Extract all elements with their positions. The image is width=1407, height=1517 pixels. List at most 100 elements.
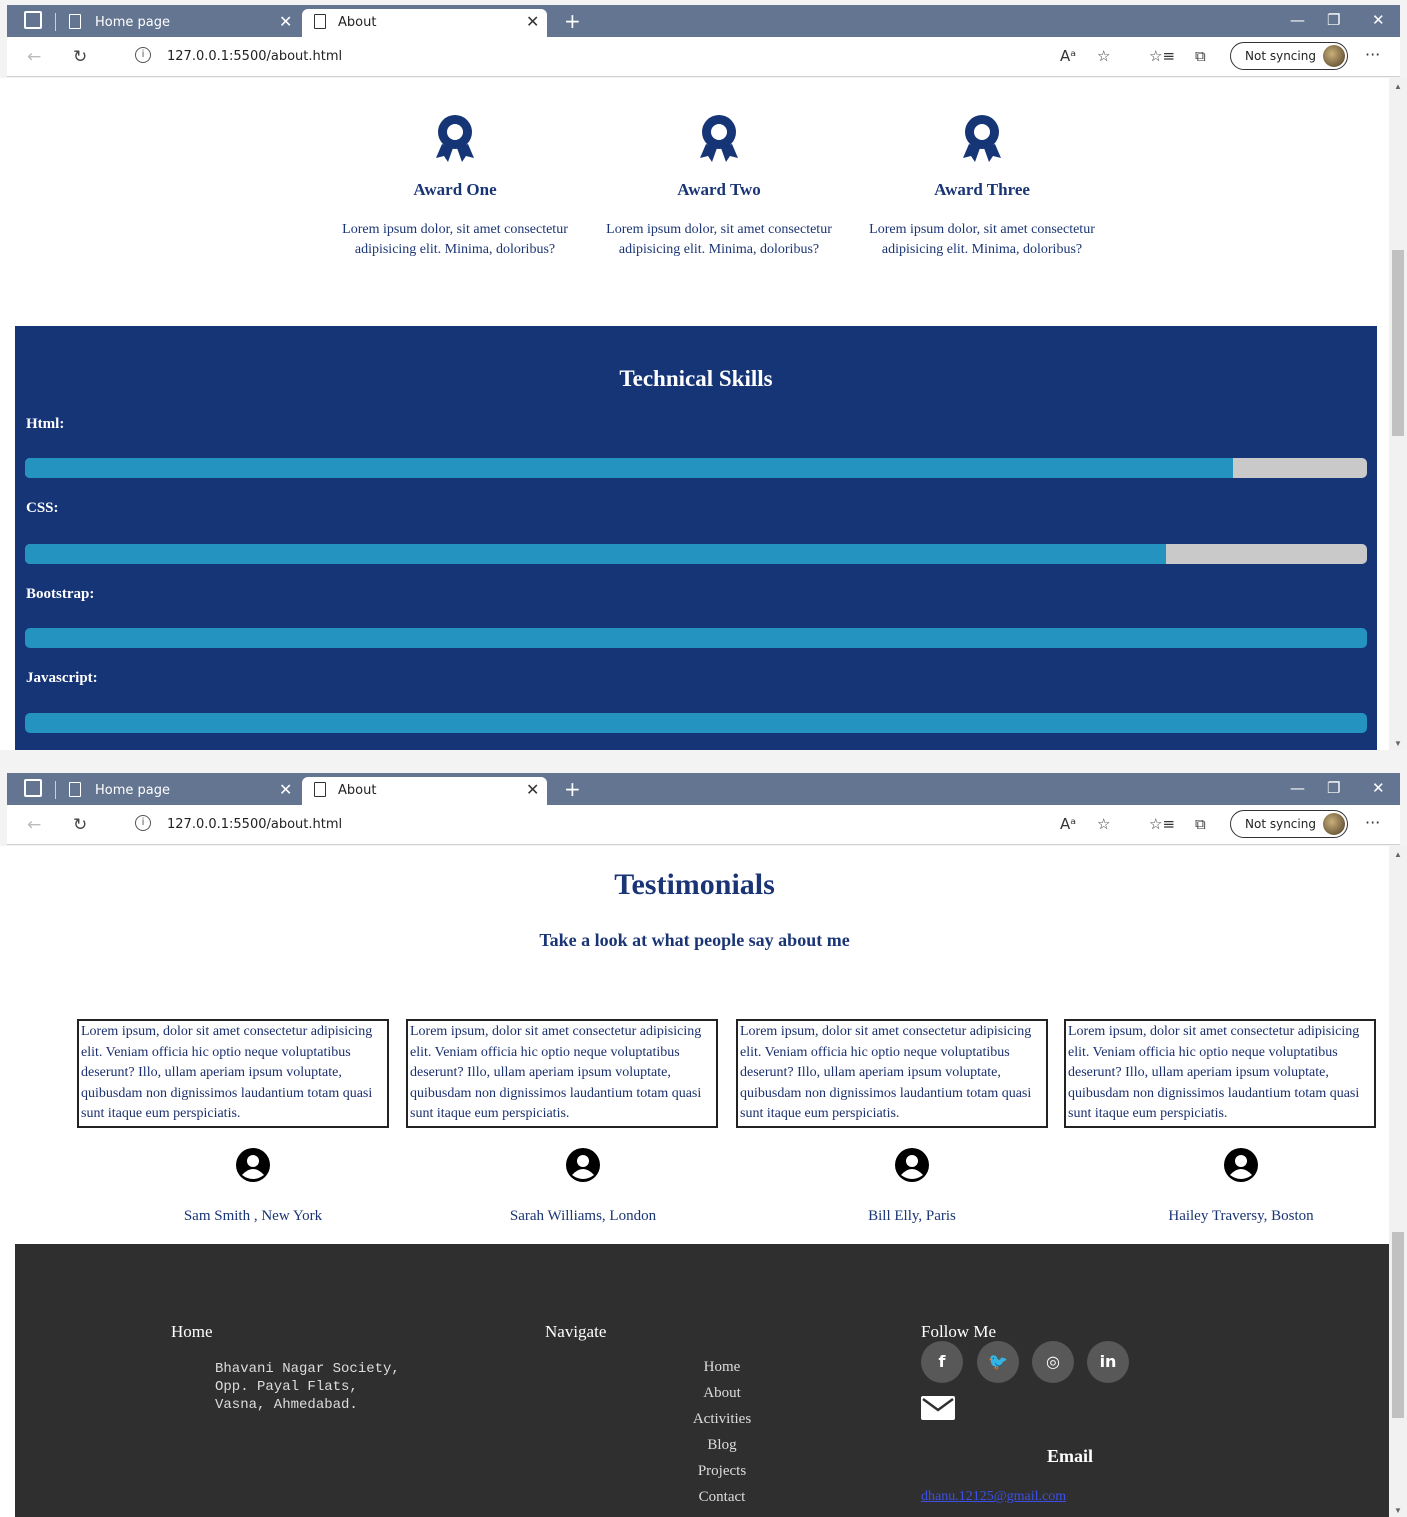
- user-circle-icon: [895, 1148, 929, 1182]
- favorite-add-icon[interactable]: ☆: [1097, 47, 1110, 65]
- new-tab-button[interactable]: +: [564, 777, 581, 801]
- favorite-add-icon[interactable]: ☆: [1097, 815, 1110, 833]
- favorites-icon[interactable]: ☆≡: [1149, 47, 1175, 65]
- collections-icon[interactable]: ⧉: [1195, 815, 1206, 833]
- award-ribbon-icon: [436, 115, 474, 162]
- user-circle-icon: [236, 1148, 270, 1182]
- linkedin-icon[interactable]: in: [1087, 1341, 1129, 1383]
- restore-icon[interactable]: ❐: [1327, 779, 1340, 797]
- award-ribbon-icon: [700, 115, 738, 162]
- skill-bar-css: [25, 544, 1367, 564]
- restore-icon[interactable]: ❐: [1327, 11, 1340, 29]
- footer-link-projects[interactable]: Projects: [665, 1463, 779, 1480]
- footer-navigate-heading: Navigate: [545, 1322, 607, 1341]
- more-icon[interactable]: ···: [1365, 45, 1380, 64]
- scroll-thumb[interactable]: [1392, 1232, 1404, 1418]
- award-ribbon-icon: [963, 115, 1001, 162]
- close-tab-icon[interactable]: ✕: [526, 780, 539, 799]
- tab-actions-icon[interactable]: [24, 11, 42, 29]
- award-text: Lorem ipsum dolor, sit amet consectetur …: [869, 222, 1095, 257]
- email-link[interactable]: dhanu.12125@gmail.com: [921, 1489, 1066, 1505]
- page-icon: [314, 782, 326, 797]
- footer-link-activities[interactable]: Activities: [665, 1411, 779, 1428]
- footer-address: Bhavani Nagar Society, Opp. Payal Flats,…: [215, 1361, 400, 1413]
- tab-actions-icon[interactable]: [24, 779, 42, 797]
- instagram-icon[interactable]: ◎: [1032, 1341, 1074, 1383]
- scroll-thumb[interactable]: [1392, 250, 1404, 436]
- footer-link-home[interactable]: Home: [665, 1359, 779, 1376]
- footer-follow-heading: Follow Me: [921, 1322, 997, 1341]
- tab-about[interactable]: About ✕: [302, 9, 547, 37]
- skill-bar-fill: [25, 458, 1233, 478]
- minimize-icon[interactable]: —: [1290, 11, 1305, 29]
- skill-bar-fill: [25, 713, 1367, 733]
- avatar: [1323, 45, 1345, 67]
- page-viewport: Testimonials Take a look at what people …: [0, 846, 1389, 1517]
- skill-bar-javascript: [25, 713, 1367, 733]
- testimonial-card: Lorem ipsum, dolor sit amet consectetur …: [77, 1019, 389, 1128]
- footer-link-contact[interactable]: Contact: [665, 1489, 779, 1506]
- close-tab-icon[interactable]: ✕: [526, 12, 539, 31]
- info-icon[interactable]: i: [135, 47, 151, 63]
- skill-bar-fill: [25, 544, 1166, 564]
- testimonials-title: Testimonials: [614, 868, 775, 901]
- footer-link-about[interactable]: About: [665, 1385, 779, 1402]
- testimonial-author: Sam Smith , New York: [183, 1208, 323, 1224]
- twitter-icon[interactable]: 🐦: [977, 1341, 1019, 1383]
- vertical-scrollbar[interactable]: ▲ ▼: [1389, 846, 1407, 1517]
- url-field[interactable]: 127.0.0.1:5500/about.html: [167, 49, 342, 64]
- vertical-scrollbar[interactable]: ▲ ▼: [1389, 78, 1407, 750]
- award-card: Award Two Lorem ipsum dolor, sit amet co…: [589, 114, 849, 260]
- award-card: Award Three Lorem ipsum dolor, sit amet …: [852, 114, 1112, 260]
- skill-label-css: CSS:: [26, 500, 59, 516]
- testimonials-subtitle: Take a look at what people say about me: [539, 930, 850, 950]
- title-bar: Home page ✕ About ✕ + — ❐ ✕: [7, 773, 1400, 805]
- avatar: [1323, 813, 1345, 835]
- skill-bar-fill: [25, 628, 1367, 648]
- profile-sync-button[interactable]: Not syncing: [1230, 810, 1348, 838]
- read-aloud-icon[interactable]: A͏ᵃ: [1060, 815, 1076, 833]
- tab-separator: [55, 13, 56, 31]
- info-icon[interactable]: i: [135, 815, 151, 831]
- skill-label-html: Html:: [26, 416, 65, 432]
- back-icon[interactable]: ←: [27, 47, 41, 67]
- skill-label-bootstrap: Bootstrap:: [26, 586, 95, 602]
- footer: Home Bhavani Nagar Society, Opp. Payal F…: [15, 1244, 1389, 1517]
- read-aloud-icon[interactable]: A͏ᵃ: [1060, 47, 1076, 65]
- close-window-icon[interactable]: ✕: [1372, 11, 1385, 29]
- skill-label-javascript: Javascript:: [26, 670, 98, 686]
- address-bar: ← ↻ i 127.0.0.1:5500/about.html A͏ᵃ ☆ ☆≡…: [7, 805, 1400, 845]
- page-icon: [69, 14, 81, 29]
- favorites-icon[interactable]: ☆≡: [1149, 815, 1175, 833]
- back-icon[interactable]: ←: [27, 815, 41, 835]
- minimize-icon[interactable]: —: [1290, 779, 1305, 797]
- tab-about[interactable]: About ✕: [302, 777, 547, 805]
- scroll-down-icon[interactable]: ▼: [1394, 739, 1402, 748]
- user-circle-icon: [566, 1148, 600, 1182]
- title-bar: Home page ✕ About ✕ + — ❐ ✕: [7, 5, 1400, 37]
- profile-sync-button[interactable]: Not syncing: [1230, 42, 1348, 70]
- facebook-icon[interactable]: f: [921, 1341, 963, 1383]
- more-icon[interactable]: ···: [1365, 813, 1380, 832]
- scroll-down-icon[interactable]: ▼: [1394, 1506, 1402, 1515]
- url-field[interactable]: 127.0.0.1:5500/about.html: [167, 817, 342, 832]
- close-tab-icon[interactable]: ✕: [279, 780, 292, 799]
- envelope-icon: [921, 1396, 955, 1420]
- testimonial-card: Lorem ipsum, dolor sit amet consectetur …: [1064, 1019, 1376, 1128]
- refresh-icon[interactable]: ↻: [73, 815, 87, 835]
- scroll-up-icon[interactable]: ▲: [1394, 850, 1402, 859]
- refresh-icon[interactable]: ↻: [73, 47, 87, 67]
- page-viewport: Award One Lorem ipsum dolor, sit amet co…: [0, 78, 1389, 750]
- browser-window-bottom: Home page ✕ About ✕ + — ❐ ✕ ← ↻ i 127.0.…: [0, 768, 1407, 1517]
- new-tab-button[interactable]: +: [564, 9, 581, 33]
- close-tab-icon[interactable]: ✕: [279, 12, 292, 31]
- tab-home-page[interactable]: Home page ✕: [69, 9, 309, 37]
- collections-icon[interactable]: ⧉: [1195, 47, 1206, 65]
- tab-home-page[interactable]: Home page ✕: [69, 777, 309, 805]
- footer-link-blog[interactable]: Blog: [665, 1437, 779, 1454]
- testimonial-card: Lorem ipsum, dolor sit amet consectetur …: [736, 1019, 1048, 1128]
- scroll-up-icon[interactable]: ▲: [1394, 82, 1402, 91]
- address-bar: ← ↻ i 127.0.0.1:5500/about.html A͏ᵃ ☆ ☆≡…: [7, 37, 1400, 77]
- close-window-icon[interactable]: ✕: [1372, 779, 1385, 797]
- testimonial-author: Bill Elly, Paris: [868, 1208, 956, 1224]
